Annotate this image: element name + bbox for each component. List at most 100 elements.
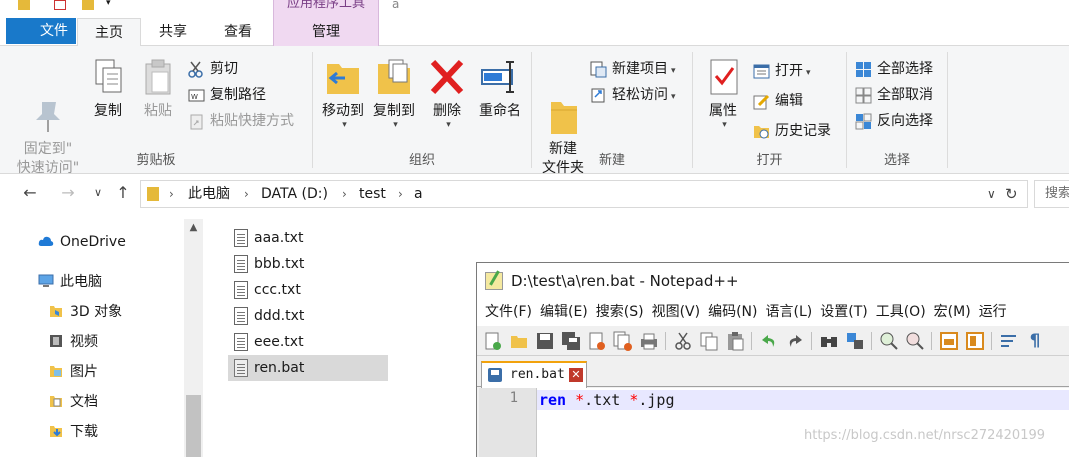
tab-file[interactable]: 文件	[6, 18, 76, 44]
address-bar[interactable]: › 此电脑 › DATA (D:) › test › a ∨ ↻	[140, 180, 1028, 208]
breadcrumb-data-drive[interactable]: DATA (D:)	[261, 181, 328, 207]
refresh-icon[interactable]: ↻	[1005, 181, 1018, 207]
nav-item-pictures[interactable]: 图片	[48, 359, 98, 385]
replace-icon[interactable]	[845, 331, 865, 351]
new-item-button[interactable]: 新建项目 ▾	[590, 58, 676, 80]
select-all-button[interactable]: 全部选择	[855, 58, 933, 80]
nav-item-onedrive[interactable]: OneDrive	[38, 229, 126, 255]
save-icon[interactable]	[535, 331, 555, 351]
tab-view[interactable]: 查看	[210, 18, 266, 46]
nav-item-3d-objects[interactable]: 3D 对象	[48, 299, 122, 325]
copy-path-button[interactable]: W 复制路径	[188, 84, 266, 106]
select-none-button[interactable]: 全部取消	[855, 84, 933, 106]
menu-run[interactable]: 运行	[971, 299, 1007, 326]
properties-check-icon	[703, 56, 743, 100]
scroll-thumb[interactable]	[186, 395, 201, 457]
menu-search[interactable]: 搜索(S)	[588, 299, 644, 326]
find-binoculars-icon[interactable]	[819, 331, 839, 351]
sync-horizontal-icon[interactable]	[965, 331, 985, 351]
file-item[interactable]: eee.txt	[228, 329, 388, 355]
print-icon[interactable]	[639, 331, 659, 351]
line-number: 1	[509, 390, 518, 406]
breadcrumb-separator-icon[interactable]: ›	[398, 181, 403, 207]
history-button[interactable]: 历史记录	[753, 120, 831, 142]
new-folder-icon[interactable]	[82, 0, 94, 10]
breadcrumb-test[interactable]: test	[359, 181, 386, 207]
file-item[interactable]: ddd.txt	[228, 303, 388, 329]
breadcrumb-separator-icon[interactable]: ›	[342, 181, 347, 207]
easy-access-button[interactable]: 轻松访问 ▾	[590, 84, 676, 106]
breadcrumb-this-pc[interactable]: 此电脑	[188, 181, 230, 207]
menu-language[interactable]: 语言(L)	[758, 299, 813, 326]
file-item[interactable]: aaa.txt	[228, 225, 388, 251]
file-item[interactable]: bbb.txt	[228, 251, 388, 277]
zoom-out-icon[interactable]	[905, 331, 925, 351]
menu-file[interactable]: 文件(F)	[477, 299, 532, 326]
recent-locations-chevron-icon[interactable]: ∨	[88, 183, 108, 203]
properties-icon[interactable]	[54, 0, 66, 10]
new-file-icon[interactable]	[483, 331, 503, 351]
computer-icon	[38, 271, 54, 287]
nav-item-downloads[interactable]: 下载	[48, 419, 98, 445]
undo-icon[interactable]	[759, 331, 779, 351]
open-button[interactable]: 打开 ▾	[753, 60, 811, 82]
notepad-titlebar[interactable]: D:\test\a\ren.bat - Notepad++	[477, 263, 1069, 299]
up-arrow-icon[interactable]: ↑	[113, 183, 133, 203]
tab-home[interactable]: 主页	[77, 18, 141, 47]
search-box[interactable]: 搜索"a"	[1034, 180, 1069, 208]
breadcrumb-separator-icon[interactable]: ›	[244, 181, 249, 207]
zoom-in-icon[interactable]	[879, 331, 899, 351]
move-to-button[interactable]: 移动到 ▾	[317, 50, 369, 130]
menu-macro[interactable]: 宏(M)	[926, 299, 971, 326]
cut-button[interactable]: 剪切	[188, 58, 238, 80]
code-line[interactable]: ren *.txt *.jpg	[537, 390, 1069, 410]
properties-button[interactable]: 属性 ▾	[701, 50, 745, 130]
file-item[interactable]: ccc.txt	[228, 277, 388, 303]
close-file-icon[interactable]	[587, 331, 607, 351]
nav-scrollbar[interactable]: ▲	[184, 219, 203, 457]
paste-button[interactable]: 粘贴	[134, 50, 182, 121]
chevron-down-icon[interactable]: ▾	[106, 0, 114, 10]
tab-ren-bat[interactable]: ren.bat ✕	[481, 361, 587, 388]
menu-encoding[interactable]: 编码(N)	[700, 299, 757, 326]
rename-button[interactable]: 重命名	[473, 50, 527, 121]
menu-view[interactable]: 视图(V)	[644, 299, 701, 326]
menu-tools[interactable]: 工具(O)	[868, 299, 926, 326]
breadcrumb-a[interactable]: a	[414, 181, 423, 207]
tab-share[interactable]: 共享	[145, 18, 201, 46]
back-arrow-icon[interactable]: ←	[20, 183, 40, 203]
paste-icon[interactable]	[725, 331, 745, 351]
menu-edit[interactable]: 编辑(E)	[532, 299, 588, 326]
document-folder-icon	[48, 391, 64, 407]
menu-settings[interactable]: 设置(T)	[812, 299, 867, 326]
copy-button[interactable]: 复制	[86, 50, 130, 121]
save-all-icon[interactable]	[561, 331, 581, 351]
explorer-window: ▾ 应用程序工具 a 文件 主页 共享 查看 管理 固定到" 快速访问" 复制	[0, 0, 1069, 457]
delete-button[interactable]: 删除 ▾	[427, 50, 467, 130]
show-all-characters-icon[interactable]: ¶	[1025, 331, 1045, 351]
cut-icon[interactable]	[673, 331, 693, 351]
redo-icon[interactable]	[785, 331, 805, 351]
close-all-icon[interactable]	[613, 331, 633, 351]
scroll-up-chevron-icon[interactable]: ▲	[184, 219, 203, 237]
download-folder-icon	[48, 421, 64, 437]
invert-selection-button[interactable]: 反向选择	[855, 110, 933, 132]
file-item-selected[interactable]: ren.bat	[228, 355, 388, 381]
sync-vertical-icon[interactable]	[939, 331, 959, 351]
close-tab-icon[interactable]: ✕	[569, 368, 583, 382]
copy-to-button[interactable]: 复制到 ▾	[369, 50, 419, 130]
nav-item-documents[interactable]: 文档	[48, 389, 98, 415]
nav-item-this-pc[interactable]: 此电脑	[38, 269, 102, 295]
folder-icon[interactable]	[18, 0, 30, 10]
tab-manage[interactable]: 管理	[273, 18, 379, 46]
forward-arrow-icon[interactable]: →	[58, 183, 78, 203]
address-history-chevron-icon[interactable]: ∨	[987, 181, 996, 207]
nav-item-videos[interactable]: 视频	[48, 329, 98, 355]
edit-button[interactable]: 编辑	[753, 90, 803, 112]
open-file-icon[interactable]	[509, 331, 529, 351]
breadcrumb-separator-icon[interactable]: ›	[169, 181, 174, 207]
word-wrap-icon[interactable]	[999, 331, 1019, 351]
paste-shortcut-button[interactable]: 粘贴快捷方式	[188, 110, 294, 132]
copy-icon[interactable]	[699, 331, 719, 351]
code-editor[interactable]: 1 ren *.txt *.jpg	[479, 388, 1069, 457]
